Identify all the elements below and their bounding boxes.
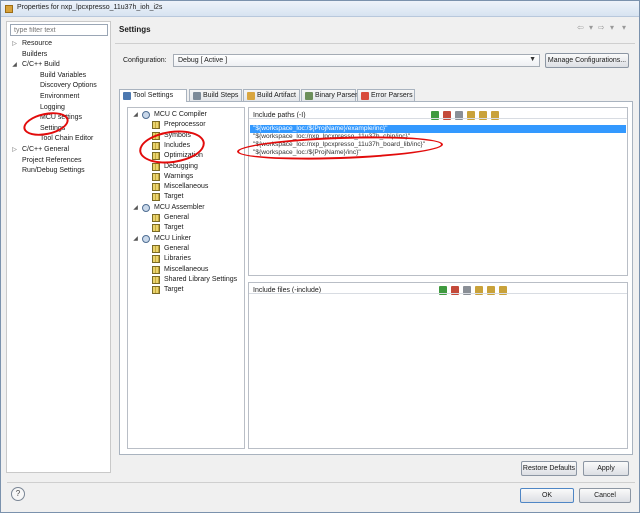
tool-tree-item-mcu-assembler[interactable]: MCU Assembler bbox=[154, 203, 205, 213]
settings-page-icon bbox=[152, 224, 160, 233]
tool-tree-item-target[interactable]: Target bbox=[164, 192, 183, 202]
property-pages-pane: ▷ ResourceBuilders ◢ C/C++ BuildBuild Varia… bbox=[6, 21, 111, 473]
tab-binary-parsers[interactable]: Binary Parsers bbox=[301, 89, 361, 101]
collapsed-toggle-icon[interactable]: ▷ bbox=[11, 145, 18, 155]
cancel-button[interactable]: Cancel bbox=[579, 488, 631, 503]
header-separator bbox=[115, 43, 635, 44]
include-paths-panel: Include paths (-I) "${workspace_loc:/${P… bbox=[248, 107, 628, 276]
tab-build-artifact[interactable]: Build Artifact bbox=[243, 89, 300, 101]
app-icon bbox=[5, 5, 13, 13]
tree-item-builders[interactable]: Builders bbox=[22, 50, 47, 60]
restore-defaults-button[interactable]: Restore Defaults bbox=[521, 461, 577, 476]
tool-tree-item-shared-library-settings[interactable]: Shared Library Settings bbox=[164, 275, 237, 285]
include-files-panel: Include files (-include) bbox=[248, 282, 628, 449]
tab-error-parsers[interactable]: Error Parsers bbox=[357, 89, 415, 101]
settings-page-icon bbox=[152, 214, 160, 222]
expanded-toggle-icon[interactable]: ◢ bbox=[132, 110, 139, 120]
tool-icon bbox=[142, 203, 150, 212]
tool-tree-item-general[interactable]: General bbox=[164, 244, 189, 254]
tab-label: Build Steps bbox=[203, 92, 239, 99]
tool-tree-item-libraries[interactable]: Libraries bbox=[164, 254, 191, 264]
build-artifact-icon bbox=[247, 92, 255, 100]
tab-label: Error Parsers bbox=[371, 92, 413, 99]
view-menu-icon[interactable]: ▾ bbox=[622, 23, 626, 32]
tool-tree-item-mcu-linker[interactable]: MCU Linker bbox=[154, 234, 191, 244]
tool-icon bbox=[142, 111, 150, 119]
tree-item-run-debug-settings[interactable]: Run/Debug Settings bbox=[22, 166, 85, 176]
expanded-toggle-icon[interactable]: ◢ bbox=[132, 234, 139, 244]
tab-label: Tool Settings bbox=[133, 92, 174, 99]
tool-tree-item-preprocessor[interactable]: Preprocessor bbox=[164, 120, 206, 130]
tool-settings-icon bbox=[123, 92, 131, 100]
build-steps-icon bbox=[193, 92, 201, 100]
back-menu-icon[interactable]: ▾ bbox=[589, 23, 593, 32]
settings-page-icon bbox=[152, 172, 160, 181]
settings-page-icon bbox=[152, 275, 160, 284]
window-title: Properties for nxp_lpcxpresso_11u37h_ioh… bbox=[17, 4, 163, 11]
settings-page-icon bbox=[152, 121, 160, 130]
settings-page-icon bbox=[152, 265, 160, 274]
ok-button[interactable]: OK bbox=[520, 488, 574, 503]
page-title: Settings bbox=[119, 25, 151, 34]
settings-page-icon bbox=[152, 183, 160, 192]
settings-page-icon bbox=[152, 286, 160, 295]
apply-button[interactable]: Apply bbox=[583, 461, 629, 476]
tool-tree-item-warnings[interactable]: Warnings bbox=[164, 172, 193, 182]
tree-item-c-c-general[interactable]: C/C++ General bbox=[22, 145, 69, 155]
tree-item-build-variables[interactable]: Build Variables bbox=[40, 71, 86, 81]
tab-label: Build Artifact bbox=[257, 92, 296, 99]
error-parsers-icon bbox=[361, 92, 369, 100]
forward-icon[interactable]: ⇨ bbox=[598, 23, 605, 32]
include-files-list[interactable] bbox=[249, 293, 627, 433]
tab-build-steps[interactable]: Build Steps bbox=[189, 89, 242, 101]
settings-page-icon bbox=[152, 193, 160, 202]
tool-tree-item-miscellaneous[interactable]: Miscellaneous bbox=[164, 265, 208, 275]
help-icon[interactable]: ? bbox=[11, 487, 25, 501]
settings-page-icon bbox=[152, 162, 160, 171]
tool-tree-item-general[interactable]: General bbox=[164, 213, 189, 223]
tab-label: Binary Parsers bbox=[315, 92, 361, 99]
expanded-toggle-icon[interactable]: ◢ bbox=[11, 60, 18, 70]
tool-icon bbox=[142, 234, 150, 243]
title-bar: Properties for nxp_lpcxpresso_11u37h_ioh… bbox=[1, 1, 639, 17]
chevron-down-icon: ▼ bbox=[529, 56, 536, 63]
filter-input[interactable] bbox=[10, 24, 108, 36]
binary-parsers-icon bbox=[305, 92, 313, 100]
include-path-row[interactable]: "${workspace_loc:/${ProjName}/example/in… bbox=[250, 125, 626, 133]
collapsed-toggle-icon[interactable]: ▷ bbox=[11, 39, 18, 49]
tree-item-environment[interactable]: Environment bbox=[40, 92, 79, 102]
tool-tree-item-mcu-c-compiler[interactable]: MCU C Compiler bbox=[154, 110, 207, 120]
tool-tree-item-target[interactable]: Target bbox=[164, 285, 183, 295]
tree-item-tool-chain-editor[interactable]: Tool Chain Editor bbox=[40, 134, 93, 144]
tool-tree-item-target[interactable]: Target bbox=[164, 223, 183, 233]
expanded-toggle-icon[interactable]: ◢ bbox=[132, 203, 139, 213]
configuration-value: Debug [ Active ] bbox=[178, 57, 228, 64]
tree-item-c-c-build[interactable]: C/C++ Build bbox=[22, 60, 60, 70]
tool-tree-item-miscellaneous[interactable]: Miscellaneous bbox=[164, 182, 208, 192]
footer-separator bbox=[7, 482, 635, 483]
configuration-select[interactable]: Debug [ Active ] ▼ bbox=[173, 54, 540, 67]
configuration-label: Configuration: bbox=[123, 57, 167, 64]
forward-menu-icon[interactable]: ▾ bbox=[610, 23, 614, 32]
manage-configurations-button[interactable]: Manage Configurations... bbox=[545, 53, 629, 68]
settings-page-icon bbox=[152, 244, 160, 253]
tree-item-discovery-options[interactable]: Discovery Options bbox=[40, 81, 97, 91]
back-icon[interactable]: ⇦ bbox=[577, 23, 584, 32]
tree-item-project-references[interactable]: Project References bbox=[22, 156, 82, 166]
settings-page-icon bbox=[152, 255, 160, 264]
tree-item-resource[interactable]: Resource bbox=[22, 39, 52, 49]
properties-window: Properties for nxp_lpcxpresso_11u37h_ioh… bbox=[0, 0, 640, 513]
tab-tool-settings[interactable]: Tool Settings bbox=[119, 89, 187, 102]
